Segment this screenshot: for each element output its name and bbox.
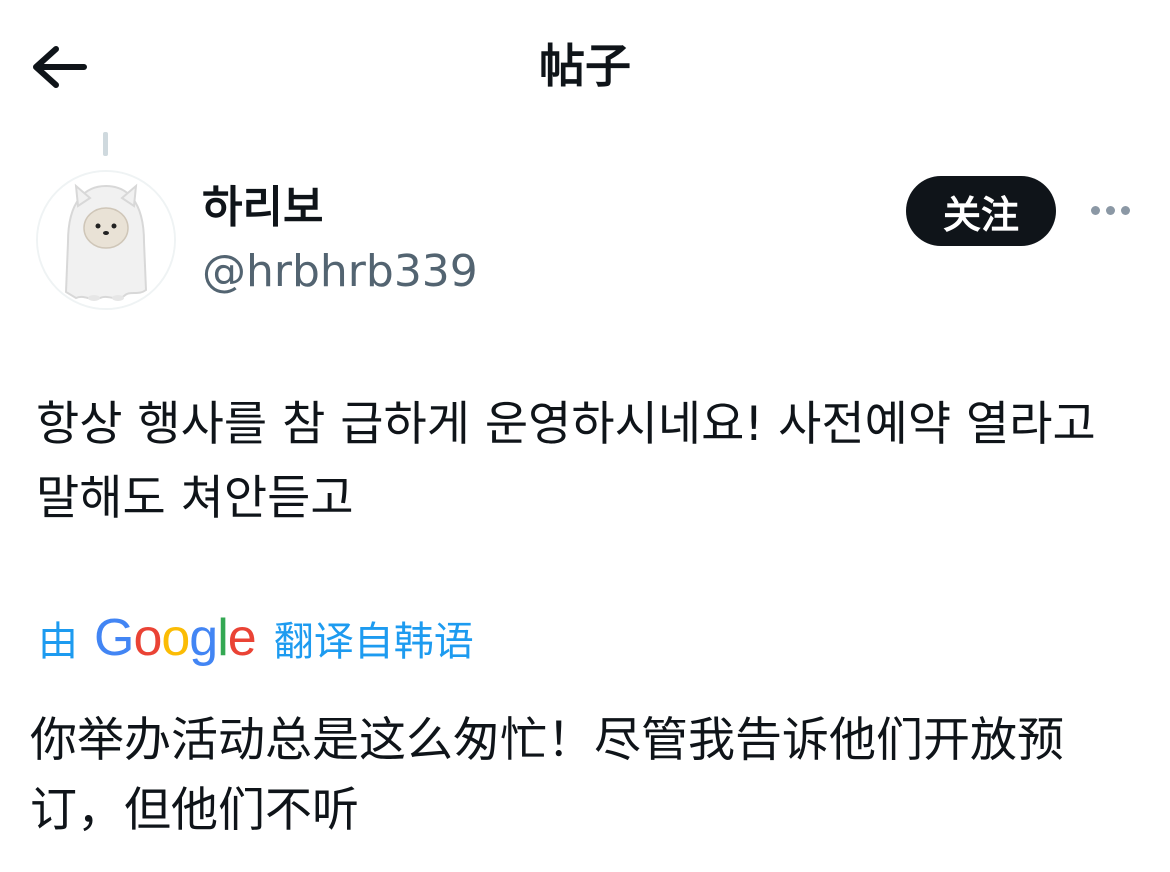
google-letter: g [189, 609, 218, 667]
author-handle[interactable]: @hrbhrb339 [202, 244, 478, 300]
google-letter: l [217, 609, 229, 667]
google-letter: o [161, 609, 190, 667]
more-options-button[interactable] [1080, 190, 1140, 230]
avatar[interactable] [36, 170, 176, 310]
google-letter: G [94, 609, 134, 667]
more-horizontal-icon [1090, 205, 1100, 215]
translation-from-label: 翻译自韩语 [273, 619, 474, 665]
top-bar: 帖子 [0, 0, 1170, 132]
google-logo: Google [94, 608, 257, 668]
translated-post-text: 你举办活动总是这么匆忙！尽管我告诉他们开放预订，但他们不听 [30, 713, 1064, 838]
more-horizontal-icon [1105, 205, 1115, 215]
translation-by-label: 由 [38, 619, 78, 665]
thread-connector-line [103, 132, 108, 156]
author-display-name[interactable]: 하리보 [202, 180, 323, 236]
google-letter: o [133, 609, 162, 667]
more-horizontal-icon [1120, 205, 1130, 215]
page-title: 帖子 [539, 39, 631, 93]
google-letter: e [227, 609, 257, 667]
follow-button[interactable]: 关注 [906, 176, 1056, 246]
ghost-dog-avatar [38, 172, 174, 308]
translation-attribution[interactable]: 由 Google 翻译自韩语 [38, 608, 474, 668]
post-text: 항상 행사를 참 급하게 운영하시네요! 사전예약 열라고 말해도 쳐안듣고 [36, 397, 1096, 526]
